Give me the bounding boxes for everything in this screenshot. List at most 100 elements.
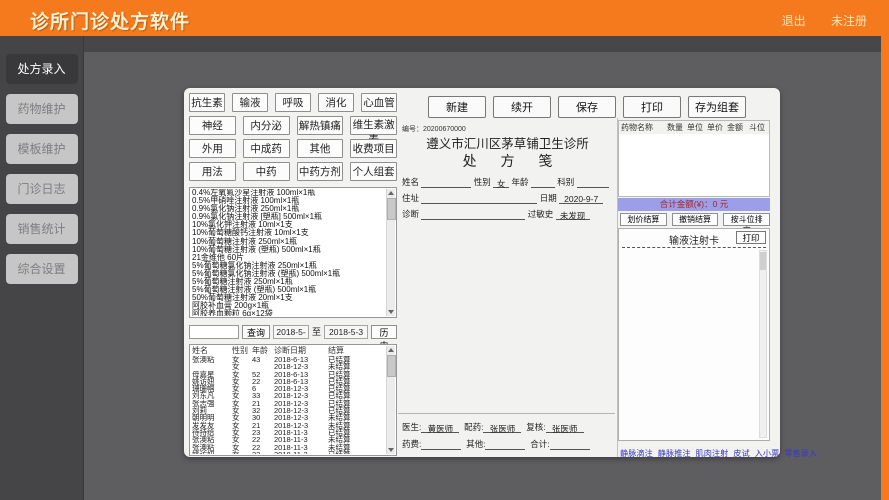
action-button-4[interactable]: 打印 [623,96,681,118]
category-button[interactable]: 神经 [189,116,236,135]
other-label: 其他: [466,439,485,449]
dispense-label: 配药: [464,422,483,432]
logout-link[interactable]: 退出 [782,14,806,28]
settle-button-3[interactable]: 按斗位排序 [723,213,770,226]
register-status-link[interactable]: 未注册 [831,14,867,28]
date-field[interactable]: 2020-9-7 [559,194,603,204]
sum-field[interactable] [550,440,590,450]
medicine-search-input[interactable] [189,325,239,339]
action-button-2[interactable]: 续开 [493,96,551,118]
gender-label: 性别 [474,177,491,187]
settle-button-1[interactable]: 划价结算 [620,213,667,226]
medicine-list-scrollbar[interactable] [386,189,395,316]
category-button[interactable]: 消化 [318,93,354,112]
review-label: 复核: [526,422,545,432]
clinic-name: 遵义市汇川区茅草铺卫生诊所 [398,133,617,152]
action-button-5[interactable]: 存为组套 [688,96,746,118]
footer-links: 静脉滴注静脉推注肌肉注射皮试入小票零售录入 [620,447,770,459]
scrollbar-thumb[interactable] [760,252,766,270]
sidebar-item-2[interactable]: 药物维护 [6,94,78,124]
infusion-scrollbar[interactable] [759,250,767,438]
age-label: 年龄 [512,177,529,187]
gender-field[interactable]: 女 [493,178,509,188]
category-button[interactable]: 内分泌 [243,116,290,135]
settle-buttons: 划价结算撤销结算按斗位排序 [620,213,770,226]
medicine-list-item[interactable]: 阿胶养血颗粒 6g×12袋 [192,310,385,316]
dispense-field[interactable]: 张医师 [483,423,521,433]
age-field[interactable] [531,178,555,188]
sidebar-item-1[interactable]: 处方录入 [6,54,78,84]
sidebar-item-3[interactable]: 模板维护 [6,134,78,164]
name-label: 姓名 [402,177,419,187]
category-grid: 抗生素输液呼吸消化心血管神经内分泌解热镇痛维生素激素外用中成药其他收费项目用法中… [189,93,397,185]
sidebar-item-5[interactable]: 销售统计 [6,214,78,244]
category-button[interactable]: 呼吸 [275,93,311,112]
patient-table: 姓名性别年龄诊断日期结算 张澳粘女432018-6-13已结算女2018-12-… [189,344,397,456]
category-button[interactable]: 心血管 [361,93,397,112]
search-button[interactable]: 查询 [242,325,270,339]
patient-cell: 2018-11-3 [274,451,328,454]
dept-field[interactable] [577,178,609,188]
category-button[interactable]: 外用 [189,139,236,158]
name-field[interactable] [421,178,471,188]
patient-row[interactable]: 姚访妞女222018-11-3已结算 [192,451,385,454]
sidebar-item-6[interactable]: 综合设置 [6,254,78,284]
total-amount-bar: 合计金额(¥)：0 元 [618,198,770,211]
review-field[interactable]: 张医师 [546,423,584,433]
patient-table-scrollbar[interactable] [386,346,395,454]
drug-table: 药物名称数量单位单价金额斗位 [618,120,770,197]
other-field[interactable] [485,440,525,450]
action-button-1[interactable]: 新建 [428,96,486,118]
action-bar: 新建续开保存打印存为组套 [428,96,746,118]
scrollbar-thumb[interactable] [387,355,396,377]
category-button[interactable]: 维生素激素 [350,116,397,135]
scroll-down-icon[interactable] [388,448,394,452]
patient-cell: 22 [252,451,274,454]
footer-link-3[interactable]: 肌肉注射 [696,447,729,459]
sidebar-item-4[interactable]: 门诊日志 [6,174,78,204]
fee-field[interactable] [421,440,461,450]
category-button[interactable]: 中药 [243,162,290,181]
diagnosis-field[interactable] [421,210,525,220]
category-button[interactable]: 个人组套 [350,162,397,181]
title-bar: 诊所门诊处方软件 退出 未注册 [0,0,889,36]
doctor-field[interactable]: 黄医师 [421,423,459,433]
date-from-field[interactable]: 2018-5- [273,325,309,339]
patient-column-header: 性别 [232,346,252,356]
category-button[interactable]: 中成药 [243,139,290,158]
drug-column-header: 药物名称 [621,121,667,134]
diagnosis-row: 诊断 过敏史 未发现 [402,208,613,220]
footer-link-6[interactable]: 零售录入 [784,447,817,459]
scrollbar-thumb[interactable] [387,198,396,220]
top-dark-band [0,36,881,52]
title-bar-right: 退出 未注册 [760,12,867,29]
footer-link-1[interactable]: 静脉滴注 [620,447,653,459]
prescription-footer: 医生:黄医师 配药:张医师 复核:张医师 药费: 其他: 合计: [398,413,615,457]
scroll-up-icon[interactable] [388,348,394,352]
action-button-3[interactable]: 保存 [558,96,616,118]
settle-button-2[interactable]: 撤销结算 [672,213,719,226]
address-field[interactable] [421,194,537,204]
footer-link-5[interactable]: 入小票 [755,447,780,459]
infusion-print-button[interactable]: 打印 [736,231,766,244]
drug-column-header: 金额 [727,121,749,134]
allergy-label: 过敏史 [528,209,554,219]
category-button[interactable]: 解热镇痛 [297,116,344,135]
allergy-field[interactable]: 未发现 [556,210,590,220]
category-button[interactable]: 抗生素 [189,93,225,112]
date-label: 日期 [540,193,557,203]
sidebar: 处方录入药物维护模板维护门诊日志销售统计综合设置 [0,36,84,500]
category-button[interactable]: 其他 [297,139,344,158]
scroll-down-icon[interactable] [388,310,394,314]
category-button[interactable]: 中药方剂 [297,162,344,181]
category-button[interactable]: 收费项目 [350,139,397,158]
diagnosis-label: 诊断 [402,209,419,219]
scroll-up-icon[interactable] [388,191,394,195]
footer-link-2[interactable]: 静脉推注 [658,447,691,459]
category-button[interactable]: 用法 [189,162,236,181]
date-to-field[interactable]: 2018-5-3 [324,325,368,339]
patient-cell: 女 [232,451,252,454]
category-button[interactable]: 输液 [232,93,268,112]
history-prescription-button[interactable]: 历史处方 [371,325,397,339]
footer-link-4[interactable]: 皮试 [733,447,749,459]
